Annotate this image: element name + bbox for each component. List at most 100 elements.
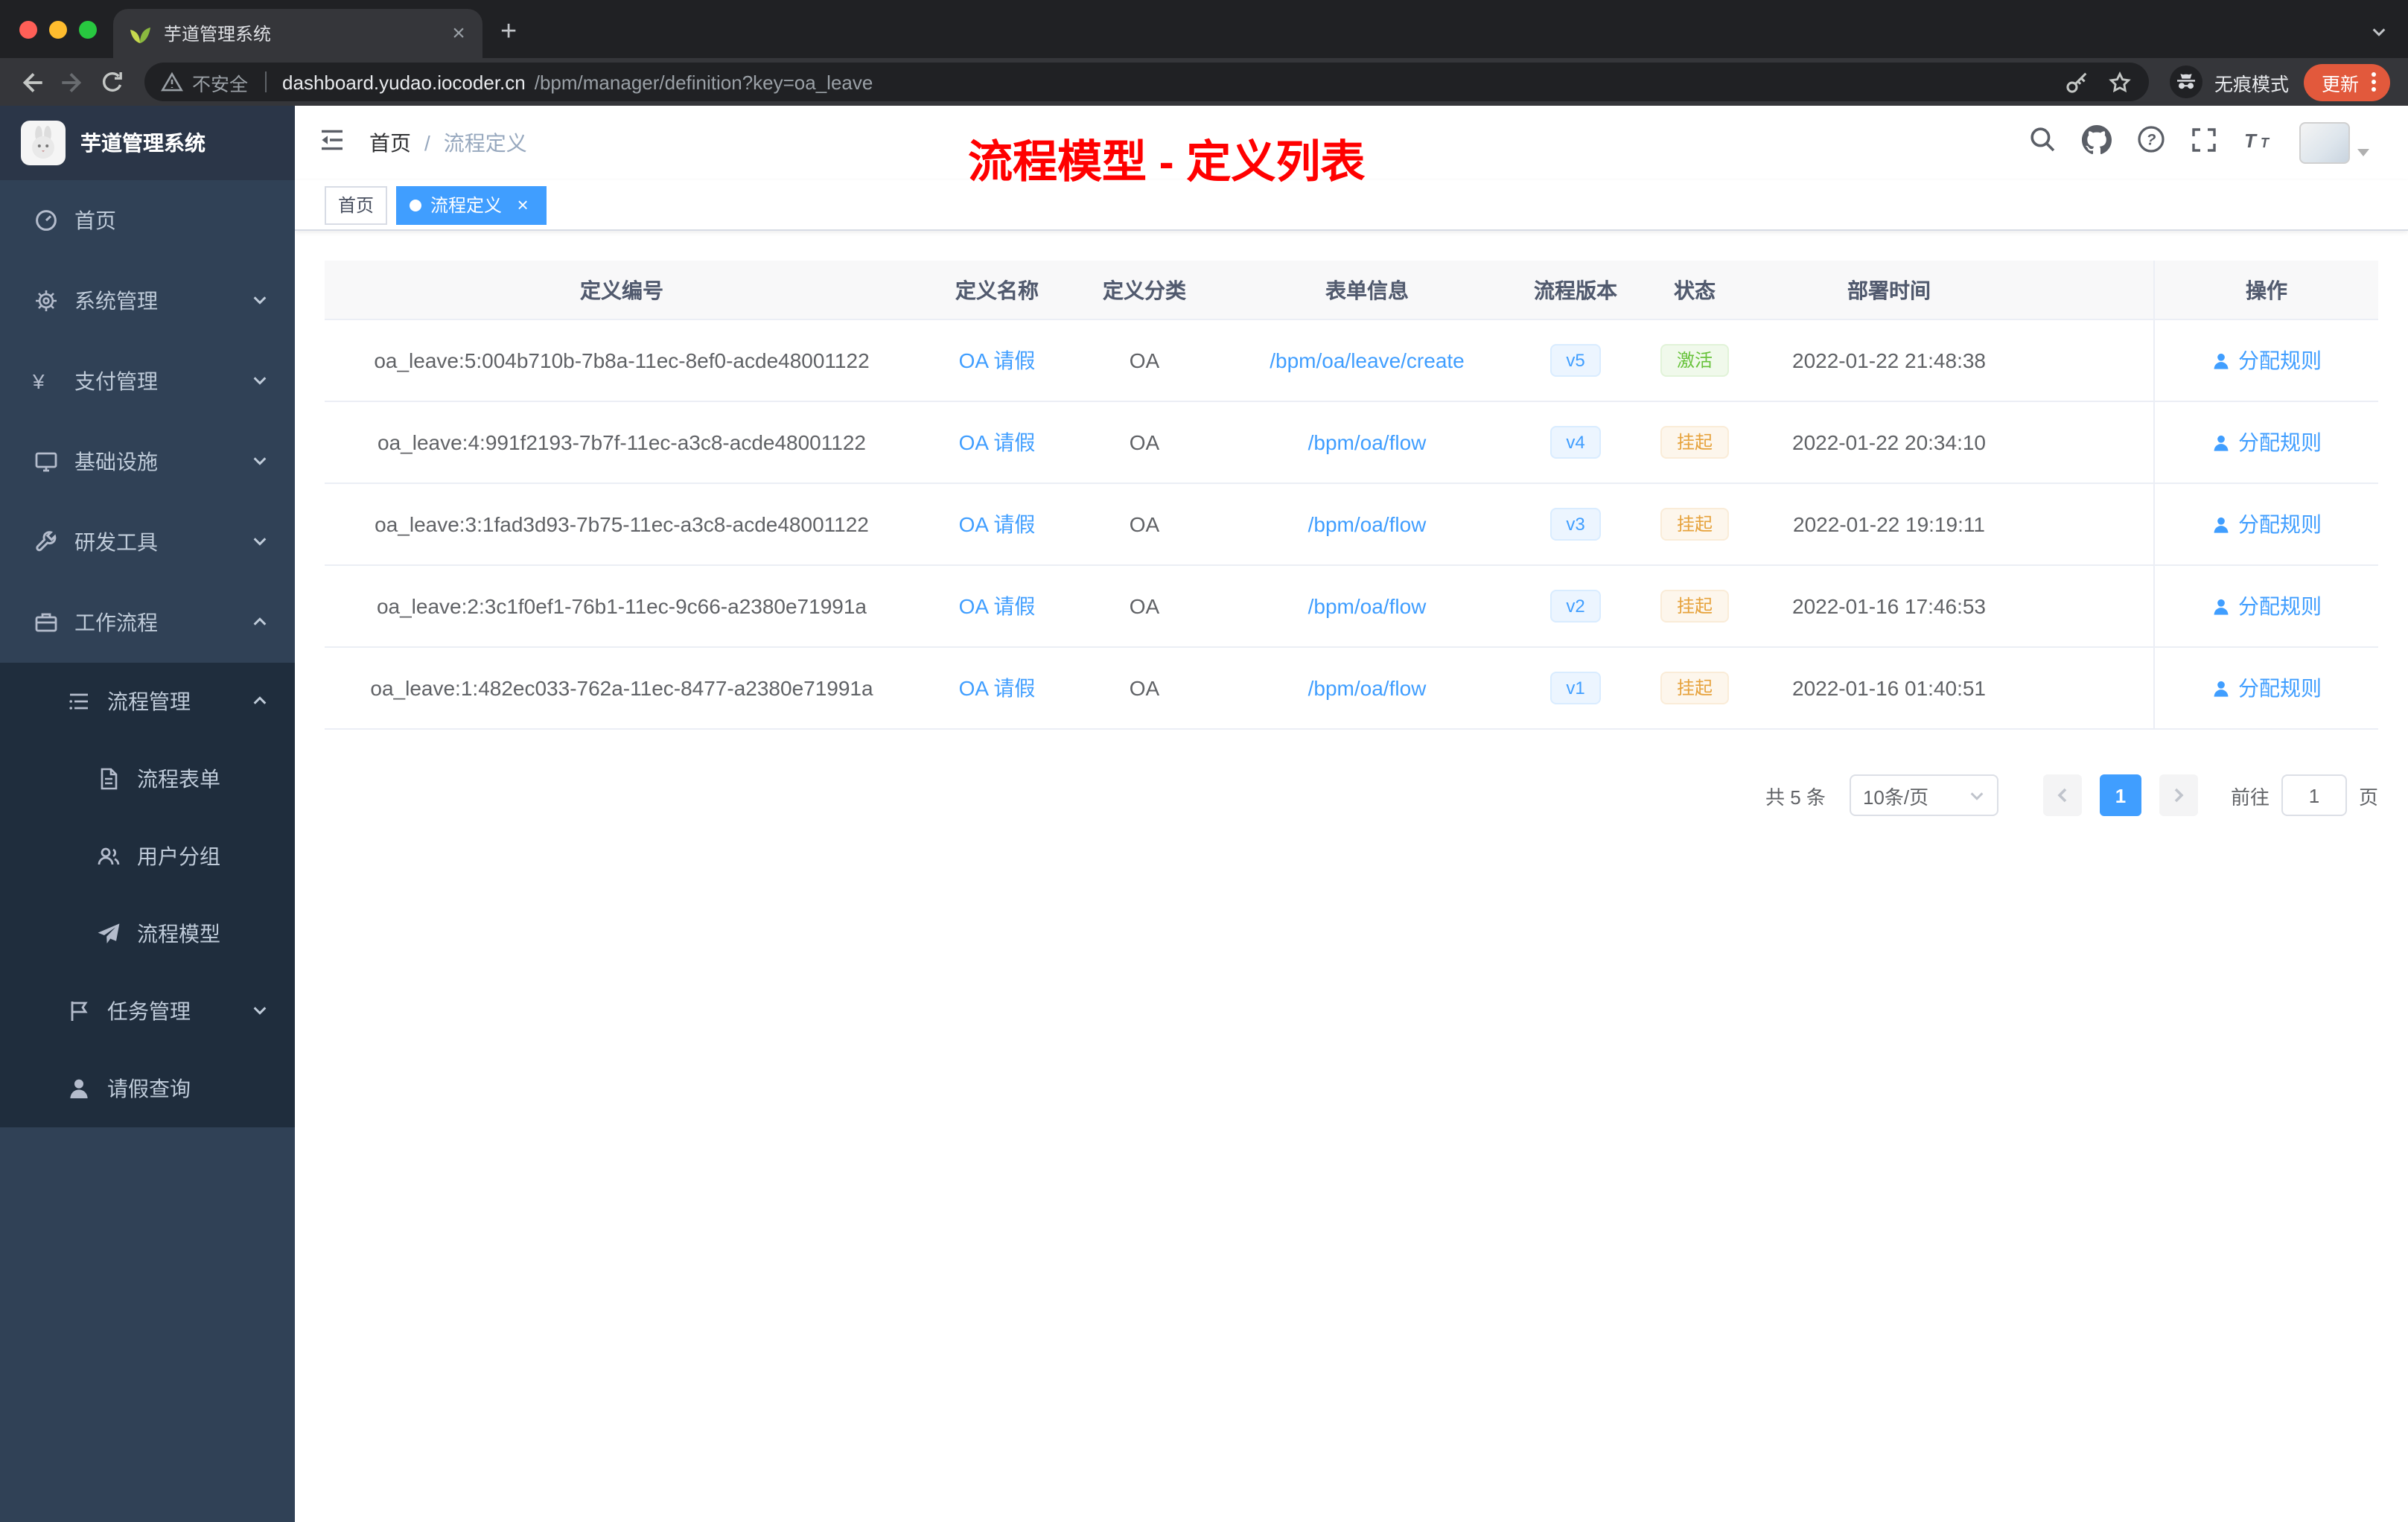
minimize-window-button[interactable] (49, 20, 67, 38)
sidebar-item-leave-query[interactable]: 请假查询 (0, 1050, 295, 1127)
security-warning-icon (161, 71, 183, 92)
list-icon (66, 690, 92, 713)
definition-name-link[interactable]: OA 请假 (959, 346, 1036, 375)
breadcrumb-home[interactable]: 首页 (369, 128, 411, 158)
chevron-down-icon (252, 530, 268, 554)
page-number-button[interactable]: 1 (2099, 774, 2141, 816)
password-key-icon[interactable] (2064, 69, 2089, 95)
definition-category: OA (1129, 348, 1160, 372)
status-badge: 挂起 (1660, 590, 1729, 623)
definition-id: oa_leave:1:482ec033-762a-11ec-8477-a2380… (370, 676, 873, 700)
briefcase-icon (33, 611, 60, 634)
forward-button[interactable] (52, 62, 92, 102)
tab-strip: 芋道管理系统 × + (0, 0, 2408, 58)
definition-id: oa_leave:5:004b710b-7b8a-11ec-8ef0-acde4… (374, 348, 870, 372)
sidebar-item-system[interactable]: 系统管理 (0, 261, 295, 341)
definition-name-link[interactable]: OA 请假 (959, 427, 1036, 457)
deploy-time: 2022-01-22 21:48:38 (1792, 348, 1986, 372)
sidebar-item-payment[interactable]: ¥ 支付管理 (0, 341, 295, 421)
incognito-label: 无痕模式 (2214, 74, 2289, 95)
address-bar[interactable]: 不安全 dashboard.yudao.iocoder.cn/bpm/manag… (144, 63, 2149, 101)
chevron-down-icon (252, 289, 268, 313)
chevron-up-icon (252, 611, 268, 634)
sidebar-item-label: 流程管理 (107, 690, 191, 713)
dashboard-icon (33, 208, 60, 232)
column-header: 定义名称 (955, 278, 1039, 302)
close-window-button[interactable] (19, 20, 37, 38)
column-header: 表单信息 (1325, 278, 1409, 302)
form-link[interactable]: /bpm/oa/flow (1308, 676, 1427, 700)
window-controls (19, 0, 97, 58)
browser-update-button[interactable]: 更新 (2303, 63, 2390, 101)
help-icon[interactable]: ? (2137, 125, 2165, 161)
status-badge: 挂起 (1660, 672, 1729, 704)
next-page-button[interactable] (2159, 774, 2198, 816)
assign-rule-link[interactable]: 分配规则 (2211, 673, 2322, 703)
prev-page-button[interactable] (2042, 774, 2082, 816)
sidebar-item-devtools[interactable]: 研发工具 (0, 502, 295, 582)
sidebar-item-process-form[interactable]: 流程表单 (0, 740, 295, 818)
goto-page-input[interactable] (2281, 774, 2347, 816)
incognito-icon (2169, 66, 2202, 98)
pagination-total: 共 5 条 (1765, 786, 1826, 808)
assign-rule-link[interactable]: 分配规则 (2211, 427, 2322, 457)
form-link[interactable]: /bpm/oa/flow (1308, 594, 1427, 618)
sidebar-item-label: 系统管理 (74, 289, 158, 313)
page-size-value: 10条/页 (1862, 786, 1929, 808)
browser-menu-icon[interactable] (2363, 70, 2384, 94)
tab-strip-chevron-down-icon[interactable] (2371, 21, 2387, 48)
definition-name-link[interactable]: OA 请假 (959, 509, 1036, 539)
status-badge: 挂起 (1660, 426, 1729, 459)
form-link[interactable]: /bpm/oa/leave/create (1270, 348, 1465, 372)
assign-rule-link[interactable]: 分配规则 (2211, 591, 2322, 621)
form-link[interactable]: /bpm/oa/flow (1308, 512, 1427, 536)
document-icon (95, 767, 122, 791)
sidebar-item-workflow[interactable]: 工作流程 (0, 582, 295, 663)
assign-rule-link[interactable]: 分配规则 (2211, 346, 2322, 375)
definition-category: OA (1129, 430, 1160, 454)
sidebar-item-task-management[interactable]: 任务管理 (0, 972, 295, 1050)
sidebar-item-process-model[interactable]: 流程模型 (0, 895, 295, 972)
definition-name-link[interactable]: OA 请假 (959, 673, 1036, 703)
table-row: oa_leave:2:3c1f0ef1-76b1-11ec-9c66-a2380… (325, 566, 2378, 648)
chevron-up-icon (252, 690, 268, 713)
pagination: 共 5 条 10条/页 1 前往 页 (325, 774, 2378, 816)
reload-button[interactable] (92, 62, 133, 102)
user-icon (2211, 515, 2231, 534)
tag-process-definition[interactable]: 流程定义 × (396, 185, 547, 224)
sidebar-item-infrastructure[interactable]: 基础设施 (0, 421, 295, 502)
font-size-icon[interactable]: TT (2243, 127, 2274, 159)
tag-label: 首页 (338, 195, 375, 216)
sidebar-item-process-management[interactable]: 流程管理 (0, 663, 295, 740)
bookmark-star-icon[interactable] (2107, 69, 2133, 95)
zoom-window-button[interactable] (79, 20, 97, 38)
tag-home[interactable]: 首页 (325, 185, 388, 224)
tag-close-icon[interactable]: × (512, 194, 533, 216)
address-separator (264, 71, 267, 92)
user-avatar[interactable] (2299, 122, 2369, 164)
assign-rule-link[interactable]: 分配规则 (2211, 509, 2322, 539)
user-icon (2211, 678, 2231, 698)
page-size-select[interactable]: 10条/页 (1849, 774, 1998, 816)
deploy-time: 2022-01-16 01:40:51 (1792, 676, 1986, 700)
tab-close-icon[interactable]: × (447, 21, 471, 46)
new-tab-button[interactable]: + (500, 16, 517, 49)
sidebar-item-label: 研发工具 (74, 530, 158, 554)
fullscreen-icon[interactable] (2191, 126, 2217, 160)
sidebar-item-user-group[interactable]: 用户分组 (0, 818, 295, 895)
definition-name-link[interactable]: OA 请假 (959, 591, 1036, 621)
browser-tab[interactable]: 芋道管理系统 × (113, 9, 482, 58)
sidebar-item-dashboard[interactable]: 首页 (0, 180, 295, 261)
sidebar-logo: 芋道管理系统 (0, 106, 295, 180)
logo-avatar (21, 121, 66, 165)
sidebar-fold-icon[interactable] (319, 127, 345, 159)
sidebar-item-label: 流程表单 (137, 767, 220, 791)
back-button[interactable] (12, 62, 52, 102)
version-badge: v3 (1549, 508, 1602, 541)
column-header: 流程版本 (1534, 278, 1617, 302)
user-icon (2211, 596, 2231, 616)
search-icon[interactable] (2028, 125, 2057, 161)
form-link[interactable]: /bpm/oa/flow (1308, 430, 1427, 454)
workflow-submenu: 流程管理 流程表单 用户分组 流程模型 任务管理 请假查询 (0, 663, 295, 1127)
github-icon[interactable] (2082, 124, 2112, 162)
